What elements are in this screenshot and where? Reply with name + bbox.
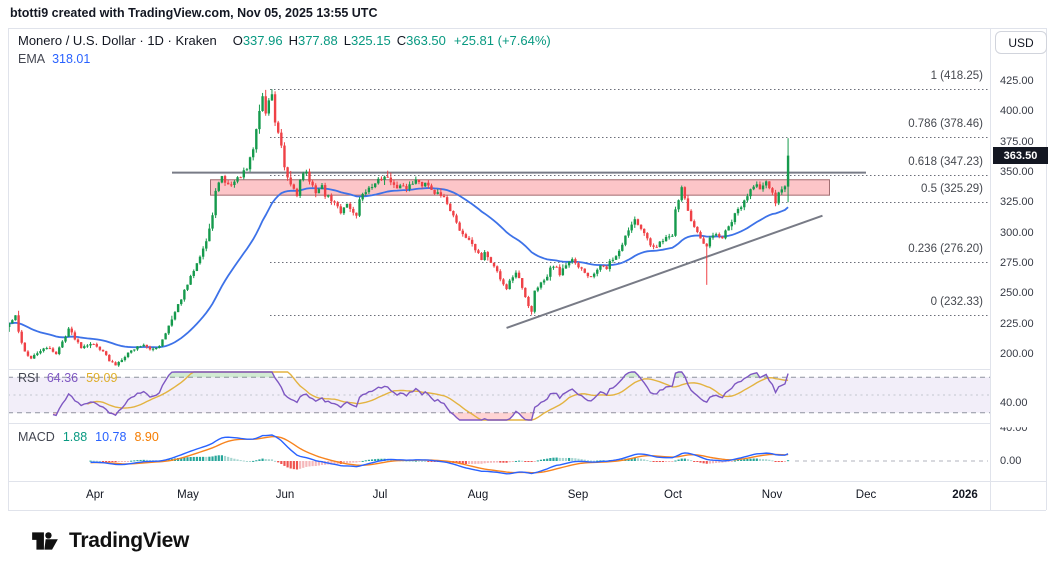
current-price-label: 363.50 <box>993 147 1048 164</box>
rsi-label: RSI <box>18 371 39 385</box>
tradingview-logo-text: TradingView <box>69 529 189 553</box>
tradingview-logo[interactable]: TradingView <box>30 526 189 556</box>
tradingview-logo-icon <box>30 526 60 556</box>
rsi-axis-tick: 40.00 <box>1000 396 1028 410</box>
time-axis-label: Oct <box>651 489 695 501</box>
ema-label: EMA <box>18 52 45 66</box>
ohlc-high-value: 377.88 <box>298 33 338 48</box>
price-tick: 350.00 <box>1000 165 1034 179</box>
price-tick: 200.00 <box>1000 347 1034 361</box>
time-axis-label: Sep <box>556 489 600 501</box>
price-tick: 275.00 <box>1000 256 1034 270</box>
macd-axis-tick-0: 0.00 <box>1000 454 1021 468</box>
price-tick: 225.00 <box>1000 317 1034 331</box>
ema-legend[interactable]: EMA 318.01 <box>18 52 90 66</box>
macd-hist-value: 1.88 <box>63 430 87 444</box>
rsi-legend[interactable]: RSI 64.36 59.09 <box>18 371 117 385</box>
time-axis-label: Aug <box>456 489 500 501</box>
price-tick: 425.00 <box>1000 74 1034 88</box>
ohlc-open-label: O <box>233 33 243 48</box>
fib-level-label: 0.618 (347.23) <box>908 156 983 168</box>
symbol-title: Monero / U.S. Dollar · 1D · Kraken <box>18 33 217 48</box>
time-axis-label: Nov <box>750 489 794 501</box>
currency-button[interactable]: USD <box>995 31 1047 54</box>
time-axis-label: 2026 <box>943 489 987 501</box>
fib-level-label: 1 (418.25) <box>931 70 983 82</box>
macd-legend[interactable]: MACD 1.88 10.78 8.90 <box>18 430 159 444</box>
price-tick: 300.00 <box>1000 226 1034 240</box>
fib-level-label: 0.786 (378.46) <box>908 118 983 130</box>
ohlc-low-label: L <box>344 33 351 48</box>
ohlc-close-label: C <box>397 33 406 48</box>
change-value: +25.81 (+7.64%) <box>454 33 551 48</box>
ema-value: 318.01 <box>52 52 90 66</box>
ohlc-close-value: 363.50 <box>406 33 446 48</box>
price-tick: 325.00 <box>1000 195 1034 209</box>
ohlc-high-label: H <box>289 33 298 48</box>
chart-canvas[interactable] <box>0 0 1057 571</box>
time-axis-label: Jun <box>263 489 307 501</box>
ohlc-low-value: 325.15 <box>351 33 391 48</box>
fib-level-label: 0.5 (325.29) <box>921 183 983 195</box>
time-axis-label: Dec <box>844 489 888 501</box>
price-tick: 250.00 <box>1000 286 1034 300</box>
rsi-value: 64.36 <box>47 371 78 385</box>
fib-level-label: 0 (232.33) <box>931 296 983 308</box>
fib-level-label: 0.236 (276.20) <box>908 243 983 255</box>
time-axis-label: Jul <box>358 489 402 501</box>
macd-line-value: 10.78 <box>95 430 126 444</box>
macd-label: MACD <box>18 430 55 444</box>
tradingview-chart-widget: btotti9 created with TradingView.com, No… <box>0 0 1057 571</box>
time-axis-label: May <box>166 489 210 501</box>
ohlc-open-value: 337.96 <box>243 33 283 48</box>
attribution-text: btotti9 created with TradingView.com, No… <box>10 6 377 20</box>
symbol-legend[interactable]: Monero / U.S. Dollar · 1D · Kraken O337.9… <box>18 33 551 48</box>
price-tick: 400.00 <box>1000 104 1034 118</box>
rsi-ma-value: 59.09 <box>86 371 117 385</box>
macd-signal-value: 8.90 <box>134 430 158 444</box>
time-axis-label: Apr <box>73 489 117 501</box>
